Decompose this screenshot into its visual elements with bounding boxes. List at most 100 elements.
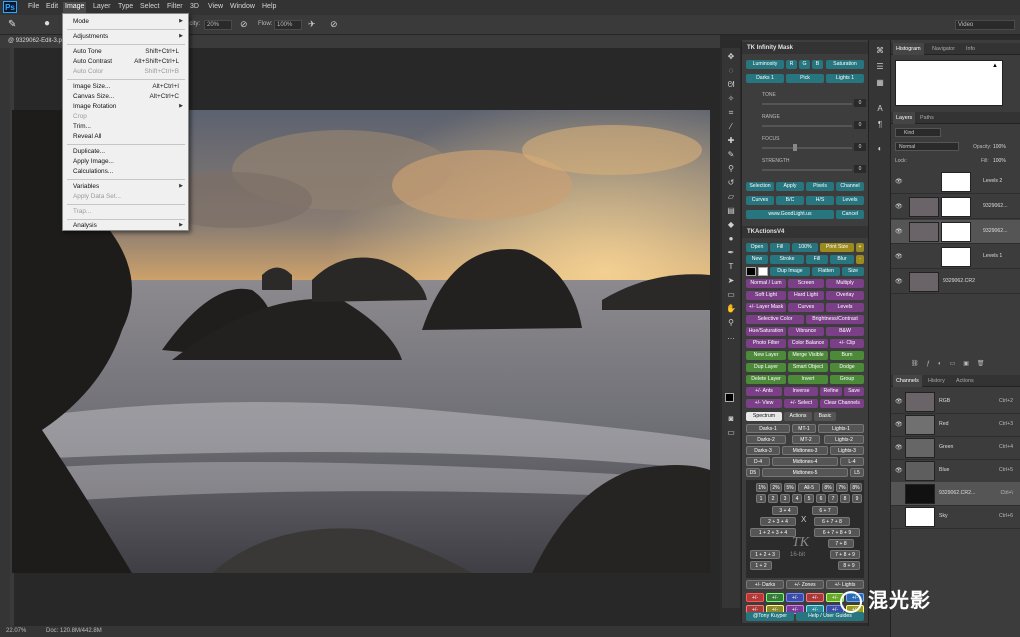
cancel-button[interactable]: Cancel (836, 210, 864, 219)
opacity-field[interactable]: 20% (204, 20, 232, 30)
zone-5-button[interactable]: 5 (804, 494, 814, 503)
red-toggle-button[interactable]: +/- (746, 593, 764, 602)
history-icon[interactable]: ⌘ (875, 46, 885, 56)
menu-item-analysis[interactable]: Analysis ▶ (73, 222, 185, 229)
zone-67-button[interactable]: 6 + 7 (812, 506, 838, 515)
midtones-3-button[interactable]: Midtones-3 (782, 446, 828, 455)
workspace-select[interactable]: Video (955, 20, 1015, 30)
soft-light-button[interactable]: Soft Light (746, 291, 786, 300)
tony-kuyper-link[interactable]: @Tony Kuyper (746, 612, 794, 621)
mt-2-button[interactable]: MT-2 (792, 435, 820, 444)
layers-footer-icons[interactable]: ⛓ƒ◐▭▣🗑 (891, 358, 1020, 370)
channel-row[interactable]: 👁 Green Ctrl+4 (891, 436, 1020, 460)
zone-6789-button[interactable]: 6 + 7 + 8 + 9 (814, 528, 860, 537)
foreground-color-swatch[interactable] (725, 393, 734, 402)
black-swatch[interactable] (746, 267, 756, 276)
channel-row-selected[interactable]: 9329062.CR2... Ctrl+\ (891, 482, 1020, 506)
screen-button[interactable]: Screen (788, 279, 824, 288)
zone-234-button[interactable]: 2 + 3 + 4 (760, 517, 796, 526)
zoom-level[interactable]: 22.07% (6, 626, 26, 637)
lights-3-button[interactable]: Lights-3 (830, 446, 864, 455)
100-percent-button[interactable]: 100% (792, 243, 818, 252)
zoom-tool-icon[interactable]: ⚲ (726, 318, 736, 328)
darks-1-button[interactable]: Darks-1 (746, 424, 790, 433)
midtones-5-button[interactable]: Midtones-5 (762, 468, 848, 477)
menu-3d[interactable]: 3D (190, 3, 199, 10)
d-4-button[interactable]: D-4 (746, 457, 770, 466)
crop-tool-icon[interactable]: ⌗ (726, 108, 736, 118)
print-size-button[interactable]: Print Size (820, 243, 854, 252)
zone-7-button[interactable]: 7 (828, 494, 838, 503)
menu-item-reveal-all[interactable]: Reveal All (73, 133, 185, 140)
shape-tool-icon[interactable]: ▭ (726, 290, 736, 300)
menu-item-trim[interactable]: Trim... (73, 123, 185, 130)
menu-item-duplicate[interactable]: Duplicate... (73, 148, 185, 155)
layer-kind-filter[interactable]: Kind (895, 128, 941, 137)
menu-view[interactable]: View (208, 3, 223, 10)
range-value[interactable]: 0 (854, 121, 866, 129)
menu-window[interactable]: Window (230, 3, 255, 10)
midtones-4-button[interactable]: Midtones-4 (772, 457, 838, 466)
adjustments-icon[interactable]: ◐ (875, 144, 885, 154)
delete-layer-button[interactable]: Delete Layer (746, 375, 786, 384)
pct-8a-button[interactable]: 8% (822, 483, 834, 492)
mt-1-button[interactable]: MT-1 (792, 424, 816, 433)
hs-button[interactable]: H/S (806, 196, 834, 205)
tab-layers[interactable]: Layers (893, 112, 916, 124)
hue-saturation-button[interactable]: Hue/Saturation (746, 327, 786, 336)
menu-edit[interactable]: Edit (46, 3, 58, 10)
clone-tool-icon[interactable]: ⚲ (726, 164, 736, 174)
layer-opacity-value[interactable]: 100% (993, 144, 1006, 150)
dup-image-button[interactable]: Dup Image (770, 267, 810, 276)
brush-preset-icon[interactable]: ● (44, 18, 50, 29)
lights1-button[interactable]: Lights 1 (826, 74, 864, 83)
fill-button[interactable]: Fill (770, 243, 790, 252)
menu-type[interactable]: Type (118, 3, 133, 10)
levels-button[interactable]: Levels (836, 196, 864, 205)
blue-toggle-button[interactable]: +/- (786, 593, 804, 602)
zone-789-button[interactable]: 7 + 8 + 9 (830, 550, 860, 559)
normal-lum-button[interactable]: Normal / Lum (746, 279, 786, 288)
multiply-button[interactable]: Multiply (826, 279, 864, 288)
more-tools-icon[interactable]: … (726, 332, 736, 342)
minus-button[interactable]: - (856, 255, 864, 264)
tab-histogram[interactable]: Histogram (893, 43, 924, 55)
channel-row[interactable]: Sky Ctrl+6 (891, 505, 1020, 529)
bw-button[interactable]: B&W (826, 327, 864, 336)
menu-select[interactable]: Select (140, 3, 159, 10)
menu-item-apply-image[interactable]: Apply Image... (73, 158, 185, 165)
marquee-tool-icon[interactable]: ◌ (726, 66, 736, 76)
path-select-icon[interactable]: ➤ (726, 276, 736, 286)
menu-filter[interactable]: Filter (167, 3, 183, 10)
pct-8b-button[interactable]: 8% (850, 483, 862, 492)
quick-select-tool-icon[interactable]: ✧ (726, 94, 736, 104)
merge-visible-button[interactable]: Merge Visible (788, 351, 828, 360)
menu-item-adjustments[interactable]: Adjustments ▶ (73, 33, 185, 40)
help-user-guides-link[interactable]: Help / User Guides (796, 612, 864, 621)
new-layer-button[interactable]: New Layer (746, 351, 786, 360)
tab-history[interactable]: History (925, 375, 948, 387)
screen-mode-icon[interactable]: ▭ (726, 428, 736, 438)
focus-slider[interactable] (762, 147, 852, 149)
menu-item-variables[interactable]: Variables ▶ (73, 183, 185, 190)
zone-2-button[interactable]: 2 (768, 494, 778, 503)
tab-actions[interactable]: Actions (784, 412, 812, 421)
visibility-eye-icon[interactable]: 👁 (895, 421, 903, 428)
fill2-button[interactable]: Fill (806, 255, 828, 264)
hand-tool-icon[interactable]: ✋ (726, 304, 736, 314)
visibility-eye-icon[interactable]: 👁 (895, 467, 903, 474)
pixels-button[interactable]: Pixels (806, 182, 834, 191)
tone-value[interactable]: 0 (854, 99, 866, 107)
tone-slider[interactable] (762, 103, 852, 105)
green-toggle-button[interactable]: +/- (766, 593, 784, 602)
hard-light-button[interactable]: Hard Light (788, 291, 824, 300)
r-button[interactable]: R (786, 60, 797, 69)
blur-tool-icon[interactable]: ◆ (726, 220, 736, 230)
blur-button[interactable]: Blur (830, 255, 854, 264)
zone-89-button[interactable]: 8 + 9 (838, 561, 860, 570)
photo-filter-button[interactable]: Photo Filter (746, 339, 786, 348)
menu-item-canvas-size[interactable]: Canvas Size... Alt+Ctrl+C (73, 93, 185, 100)
eraser-tool-icon[interactable]: ▱ (726, 192, 736, 202)
pct-7-button[interactable]: 7% (836, 483, 848, 492)
levels2-button[interactable]: Levels (826, 303, 864, 312)
